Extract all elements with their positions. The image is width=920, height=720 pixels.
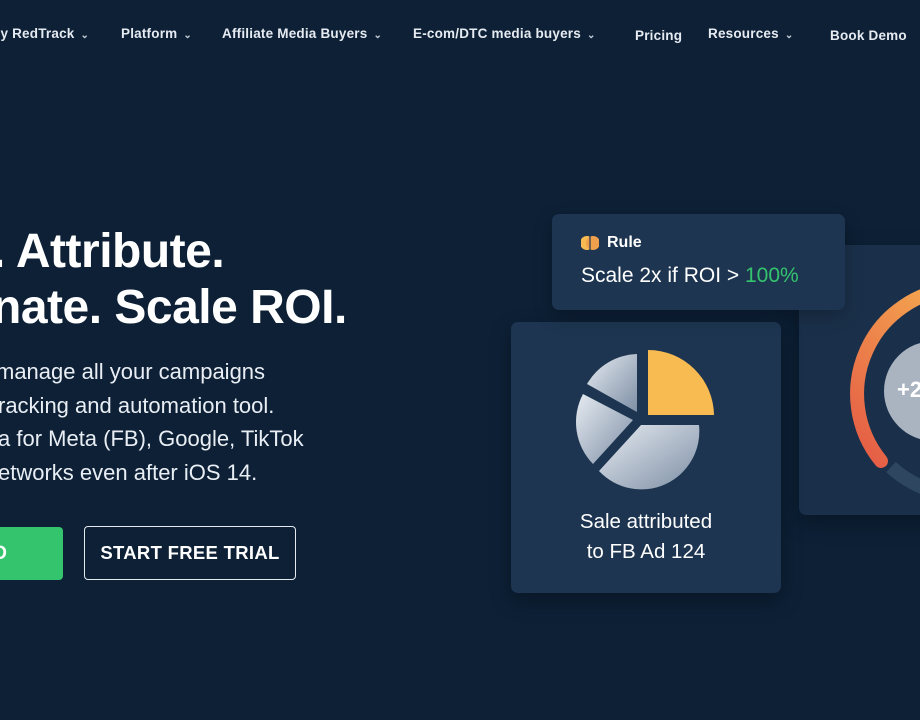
sale-line-2: to FB Ad 124: [586, 540, 706, 563]
nav-item-affiliate-media-buyers[interactable]: Affiliate Media Buyers ⌄: [222, 26, 382, 41]
nav-item-platform[interactable]: Platform ⌄: [121, 26, 192, 41]
chevron-down-icon: ⌄: [586, 30, 596, 41]
rule-condition-prefix: Scale 2x if ROI >: [581, 264, 745, 287]
gauge-value: +2: [897, 377, 920, 402]
nav-item-label: Affiliate Media Buyers: [222, 26, 368, 41]
nav-item-ecom-dtc-media-buyers[interactable]: E-com/DTC media buyers ⌄: [413, 26, 596, 41]
nav-item-label: hy RedTrack: [0, 26, 75, 41]
hero-headline-line-1: . Attribute.: [0, 225, 225, 278]
hero-lead-line: etworks even after iOS 14.: [0, 460, 258, 485]
nav-item-label: Resources: [708, 26, 779, 41]
rule-condition-text: Scale 2x if ROI > 100%: [581, 264, 799, 288]
nav-item-pricing[interactable]: Pricing: [635, 28, 682, 43]
nav-item-why-redtrack[interactable]: hy RedTrack ⌄: [0, 26, 89, 41]
sale-attributed-card: Sale attributed to FB Ad 124: [511, 322, 781, 593]
chevron-down-icon: ⌄: [373, 30, 383, 41]
hero-lead-line: racking and automation tool.: [0, 393, 275, 418]
rule-card-header: Rule: [581, 234, 642, 252]
rule-card: Rule Scale 2x if ROI > 100%: [552, 214, 845, 310]
top-navigation: hy RedTrack ⌄ Platform ⌄ Affiliate Media B…: [0, 0, 920, 70]
chevron-down-icon: ⌄: [784, 30, 794, 41]
chevron-down-icon: ⌄: [183, 30, 192, 41]
sale-attributed-text: Sale attributed to FB Ad 124: [511, 507, 781, 567]
hero-headline-line-2: nate. Scale ROI.: [0, 281, 347, 334]
nav-item-label: Platform: [121, 26, 178, 41]
hero-lead-line: manage all your campaigns: [0, 359, 266, 384]
hero-lead-line: a for Meta (FB), Google, TikTok: [0, 426, 304, 451]
pie-chart-icon: [575, 350, 714, 490]
book-demo-button[interactable]: D: [0, 527, 63, 580]
start-free-trial-button[interactable]: START FREE TRIAL: [84, 526, 296, 580]
nav-item-label: Book Demo: [830, 28, 907, 43]
nav-item-label: Pricing: [635, 28, 683, 43]
nav-item-resources[interactable]: Resources ⌄: [708, 26, 793, 41]
brain-icon: [581, 236, 599, 250]
rule-title: Rule: [607, 234, 642, 251]
rule-condition-value: 100%: [744, 264, 799, 287]
chevron-down-icon: ⌄: [80, 30, 90, 41]
sale-line-1: Sale attributed: [579, 510, 713, 533]
nav-item-book-demo[interactable]: Book Demo: [830, 28, 907, 43]
nav-item-label: E-com/DTC media buyers: [413, 26, 581, 41]
